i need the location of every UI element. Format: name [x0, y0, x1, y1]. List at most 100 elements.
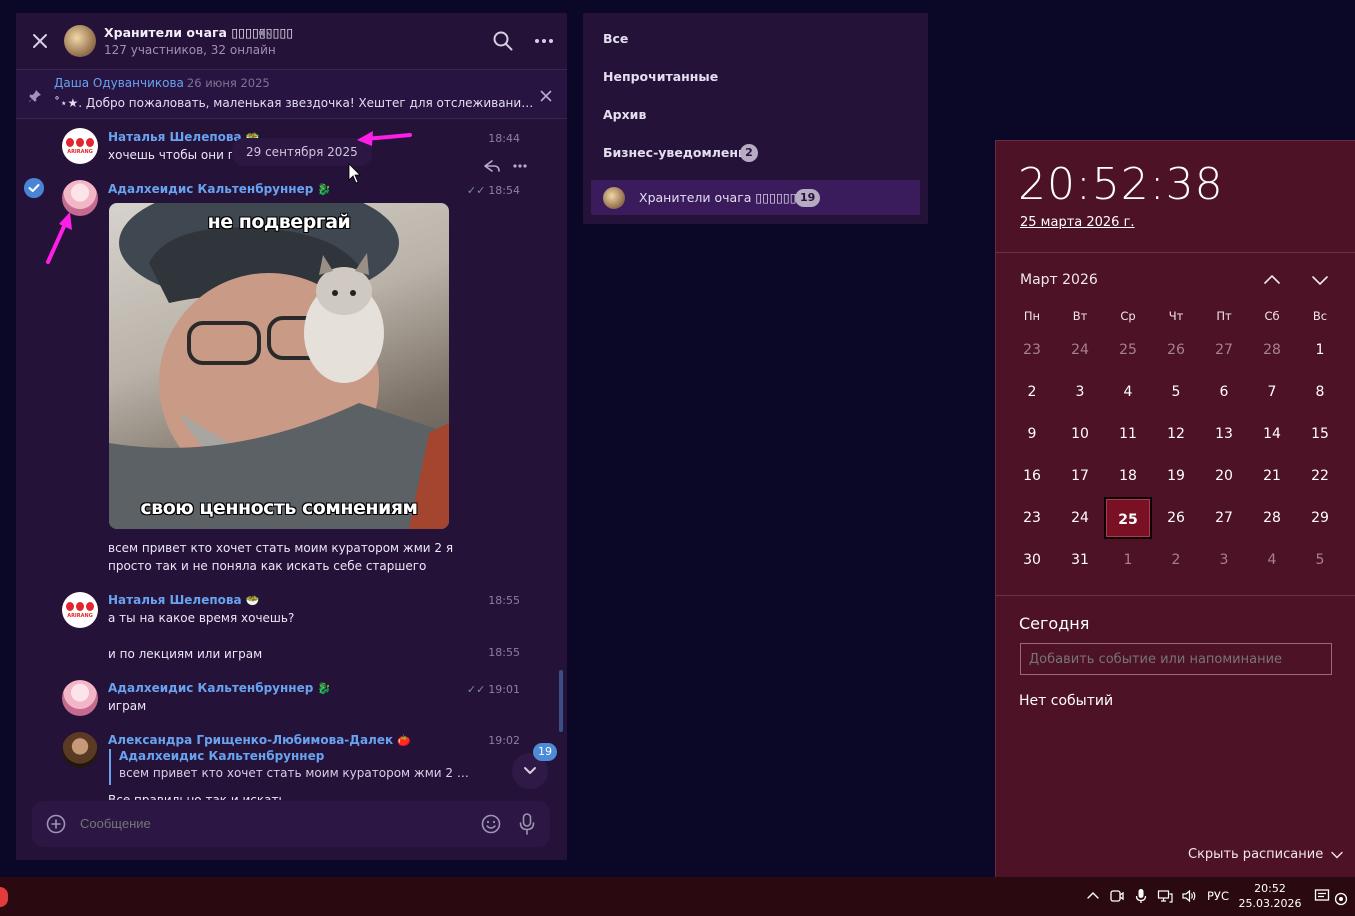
folder-business[interactable]: Бизнес-уведомления 2	[583, 135, 928, 171]
attach-icon[interactable]	[46, 814, 66, 834]
folder-chat-hraniteli[interactable]: Хранители очага ▯▯▯▯▯▯▯▯▯ 19	[591, 180, 920, 215]
add-event-input[interactable]	[1020, 643, 1332, 675]
calendar-day[interactable]: 17	[1056, 455, 1104, 497]
calendar-day[interactable]: 27	[1200, 329, 1248, 371]
calendar-day[interactable]: 16	[1008, 455, 1056, 497]
message-time: 18:55	[488, 646, 520, 659]
avatar[interactable]	[62, 180, 98, 216]
calendar-day[interactable]: 5	[1296, 539, 1344, 581]
input-language[interactable]: РУС	[1207, 889, 1229, 903]
message-text: а ты на какое время хочешь?	[108, 611, 295, 625]
close-pinned-icon[interactable]	[538, 88, 554, 104]
microphone-icon[interactable]	[1133, 888, 1149, 904]
chat-member-count: 127 участников, 32 онлайн	[104, 43, 276, 57]
message-author[interactable]: Адалхеидис Кальтенбруннер 🐉	[108, 681, 331, 695]
more-icon	[513, 164, 527, 168]
avatar[interactable]: ARIRANG	[62, 128, 98, 164]
calendar-day[interactable]: 3	[1056, 371, 1104, 413]
taskbar-clock[interactable]: 20:52 25.03.2026	[1238, 881, 1302, 911]
message-actions[interactable]	[482, 157, 532, 175]
calendar-day[interactable]: 6	[1200, 371, 1248, 413]
app-icon-partial[interactable]	[0, 887, 8, 907]
avatar[interactable]: ARIRANG	[62, 592, 98, 628]
calendar-day[interactable]: 4	[1248, 539, 1296, 581]
meme-image[interactable]: не подвергай свою ценность сомнениям	[109, 203, 449, 529]
show-hidden-icons-icon[interactable]	[1085, 888, 1101, 904]
close-icon[interactable]	[30, 31, 50, 51]
message-author[interactable]: Адалхеидис Кальтенбруннер 🐉	[108, 182, 331, 196]
calendar-day[interactable]: 23	[1008, 329, 1056, 371]
focus-assist-icon[interactable]	[1333, 891, 1349, 907]
calendar-day[interactable]: 25	[1104, 329, 1152, 371]
calendar-day[interactable]: 31	[1056, 539, 1104, 581]
reply-quote[interactable]: Адалхеидис Кальтенбруннер всем привет кт…	[109, 749, 469, 785]
notifications-icon[interactable]	[1314, 888, 1330, 904]
chat-header: Хранители очага ▯▯▯▯▯▯▯▯▯ 127 участников…	[16, 13, 567, 69]
reply-text: всем привет кто хочет стать моим куратор…	[119, 766, 469, 780]
calendar-day[interactable]: 24	[1056, 497, 1104, 539]
more-options-icon[interactable]	[533, 30, 555, 52]
chevron-up-icon[interactable]	[1262, 272, 1282, 288]
network-icon[interactable]	[1157, 888, 1173, 904]
folder-unread[interactable]: Непрочитанные	[583, 59, 928, 95]
microphone-icon[interactable]	[516, 812, 538, 836]
calendar-day[interactable]: 26	[1152, 497, 1200, 539]
message-author[interactable]: Наталья Шелепова🥗	[108, 593, 259, 607]
meet-now-icon[interactable]	[1109, 888, 1125, 904]
calendar-day[interactable]: 22	[1296, 455, 1344, 497]
calendar-day[interactable]: 10	[1056, 413, 1104, 455]
search-icon[interactable]	[492, 30, 514, 52]
volume-icon[interactable]	[1181, 888, 1197, 904]
calendar-day[interactable]: 12	[1152, 413, 1200, 455]
avatar[interactable]	[62, 732, 98, 768]
hide-schedule-label: Скрыть расписание	[1188, 847, 1324, 862]
folder-archive[interactable]: Архив	[583, 97, 928, 133]
divider	[996, 252, 1355, 253]
muted-icon	[259, 28, 271, 38]
message-list[interactable]: ARIRANG Наталья Шелепова🥗 18:44 хочешь ч…	[16, 120, 567, 800]
calendar-day[interactable]: 23	[1008, 497, 1056, 539]
calendar-day[interactable]: 1	[1104, 539, 1152, 581]
message-author[interactable]: Александра Грищенко-Любимова-Далек 🍅	[108, 733, 411, 747]
calendar-day[interactable]: 28	[1248, 497, 1296, 539]
calendar-day[interactable]: 18	[1104, 455, 1152, 497]
calendar-day[interactable]: 9	[1008, 413, 1056, 455]
calendar-day[interactable]: 8	[1296, 371, 1344, 413]
folder-all[interactable]: Все	[583, 21, 928, 57]
calendar-day[interactable]: 21	[1248, 455, 1296, 497]
calendar-day[interactable]: 3	[1200, 539, 1248, 581]
chat-avatar[interactable]	[64, 25, 96, 57]
calendar-day[interactable]: 24	[1056, 329, 1104, 371]
pinned-message-bar[interactable]: Даша Одуванчикова 26 июня 2025 ˚⋆★. Добро…	[16, 69, 567, 119]
folder-menu: Все Непрочитанные Архив Бизнес-уведомлен…	[583, 13, 928, 224]
folder-label: Непрочитанные	[603, 69, 719, 84]
chevron-down-icon[interactable]	[1310, 272, 1330, 288]
calendar-day-today[interactable]: 25	[1104, 497, 1152, 539]
calendar-day[interactable]: 14	[1248, 413, 1296, 455]
calendar-day[interactable]: 19	[1152, 455, 1200, 497]
calendar-day[interactable]: 1	[1296, 329, 1344, 371]
calendar-day[interactable]: 29	[1296, 497, 1344, 539]
calendar-day[interactable]: 15	[1296, 413, 1344, 455]
clock-date-link[interactable]: 25 марта 2026 г.	[1020, 215, 1135, 230]
calendar-day[interactable]: 26	[1152, 329, 1200, 371]
selected-check-icon[interactable]	[24, 178, 44, 198]
calendar-day[interactable]: 5	[1152, 371, 1200, 413]
calendar-day[interactable]: 4	[1104, 371, 1152, 413]
calendar-day[interactable]: 11	[1104, 413, 1152, 455]
calendar-day[interactable]: 28	[1248, 329, 1296, 371]
message-text: хочешь чтобы они п	[108, 148, 236, 162]
message-input[interactable]	[80, 801, 470, 847]
hide-schedule-button[interactable]: Скрыть расписание	[1188, 847, 1344, 862]
avatar[interactable]	[62, 680, 98, 716]
calendar-day[interactable]: 20	[1200, 455, 1248, 497]
scrollbar[interactable]	[559, 670, 563, 732]
calendar-month-title[interactable]: Март 2026	[1020, 272, 1098, 288]
calendar-day[interactable]: 30	[1008, 539, 1056, 581]
calendar-day[interactable]: 27	[1200, 497, 1248, 539]
calendar-day[interactable]: 2	[1008, 371, 1056, 413]
emoji-icon[interactable]	[480, 813, 502, 835]
calendar-day[interactable]: 13	[1200, 413, 1248, 455]
calendar-day[interactable]: 2	[1152, 539, 1200, 581]
calendar-day[interactable]: 7	[1248, 371, 1296, 413]
